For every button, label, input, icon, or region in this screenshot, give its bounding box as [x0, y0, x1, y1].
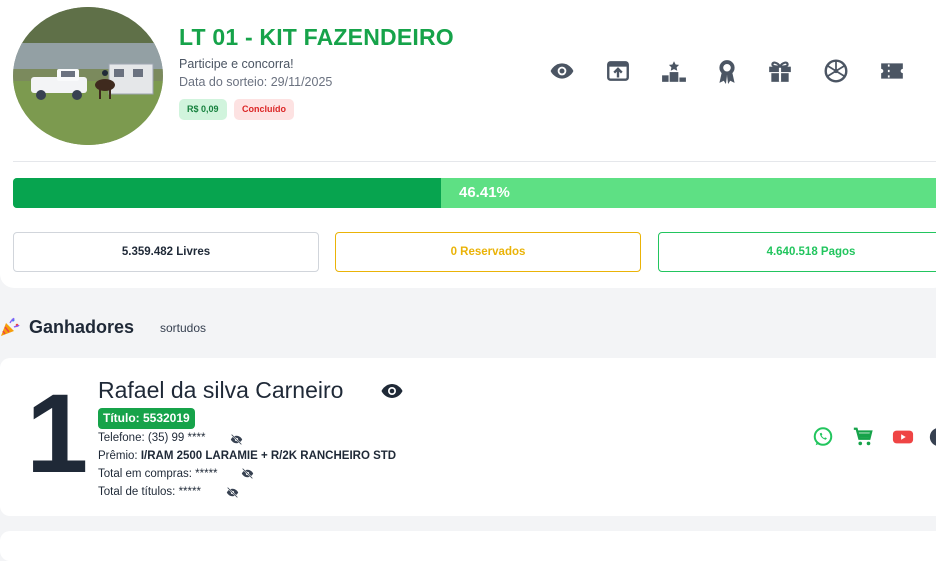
divider [13, 161, 936, 162]
eye-off-icon[interactable] [230, 433, 243, 446]
winners-subtitle: sortudos [160, 321, 207, 335]
raffle-subtitle: Participe e concorra! [179, 57, 294, 71]
phone-label: Telefone: [98, 432, 145, 444]
prize-label: Prêmio: [98, 450, 138, 462]
cart-icon[interactable] [852, 426, 874, 448]
paid-count-box[interactable]: 4.640.518 Pagos [658, 232, 936, 272]
total-purchases-label: Total em compras: [98, 468, 192, 480]
raffle-title: LT 01 - KIT FAZENDEIRO [179, 24, 454, 50]
podium-icon[interactable] [661, 58, 687, 84]
winner-rank: 1 [26, 371, 88, 496]
progress-bar: 46.41% [13, 178, 936, 208]
ticket-icon[interactable] [879, 58, 905, 84]
winners-title: Ganhadores [29, 317, 135, 337]
status-badge: Concluído [234, 99, 294, 120]
draw-date: Data do sorteio: 29/11/2025 [179, 75, 333, 89]
wheel-icon[interactable] [823, 58, 849, 84]
total-titles-label: Total de títulos: [98, 486, 176, 498]
award-icon[interactable] [714, 58, 740, 84]
ticket-number-badge: Título: 5532019 [98, 408, 195, 429]
raffle-image [13, 7, 163, 145]
eye-icon[interactable] [380, 379, 404, 403]
more-icon[interactable] [928, 426, 936, 448]
total-titles-line: Total de títulos: ***** [98, 486, 201, 498]
eye-off-icon[interactable] [241, 467, 254, 480]
share-icon[interactable] [605, 58, 631, 84]
progress-fill [13, 178, 442, 208]
prize-line: Prêmio: I/RAM 2500 LARAMIE + R/2K RANCHE… [98, 450, 396, 462]
eye-off-icon[interactable] [226, 486, 239, 499]
free-count-box[interactable]: 5.359.482 Livres [13, 232, 319, 272]
eye-icon[interactable] [549, 58, 575, 84]
total-titles-value: ***** [178, 486, 201, 498]
winner-name: Rafael da silva Carneiro [98, 377, 344, 403]
phone-value: (35) 99 **** [147, 432, 206, 444]
progress-label: 46.41% [459, 184, 510, 201]
gift-icon[interactable] [767, 58, 793, 84]
whatsapp-icon[interactable] [812, 426, 834, 448]
winner-card-next [0, 531, 936, 561]
prize-value: I/RAM 2500 LARAMIE + R/2K RANCHEIRO STD [140, 450, 397, 462]
phone-line: Telefone: (35) 99 **** [98, 432, 205, 444]
party-popper-icon [0, 317, 20, 337]
reserved-count-box[interactable]: 0 Reservados [335, 232, 641, 272]
total-purchases-line: Total em compras: ***** [98, 468, 218, 480]
price-badge: R$ 0,09 [179, 99, 227, 120]
youtube-icon[interactable] [892, 426, 914, 448]
total-purchases-value: ***** [195, 468, 218, 480]
